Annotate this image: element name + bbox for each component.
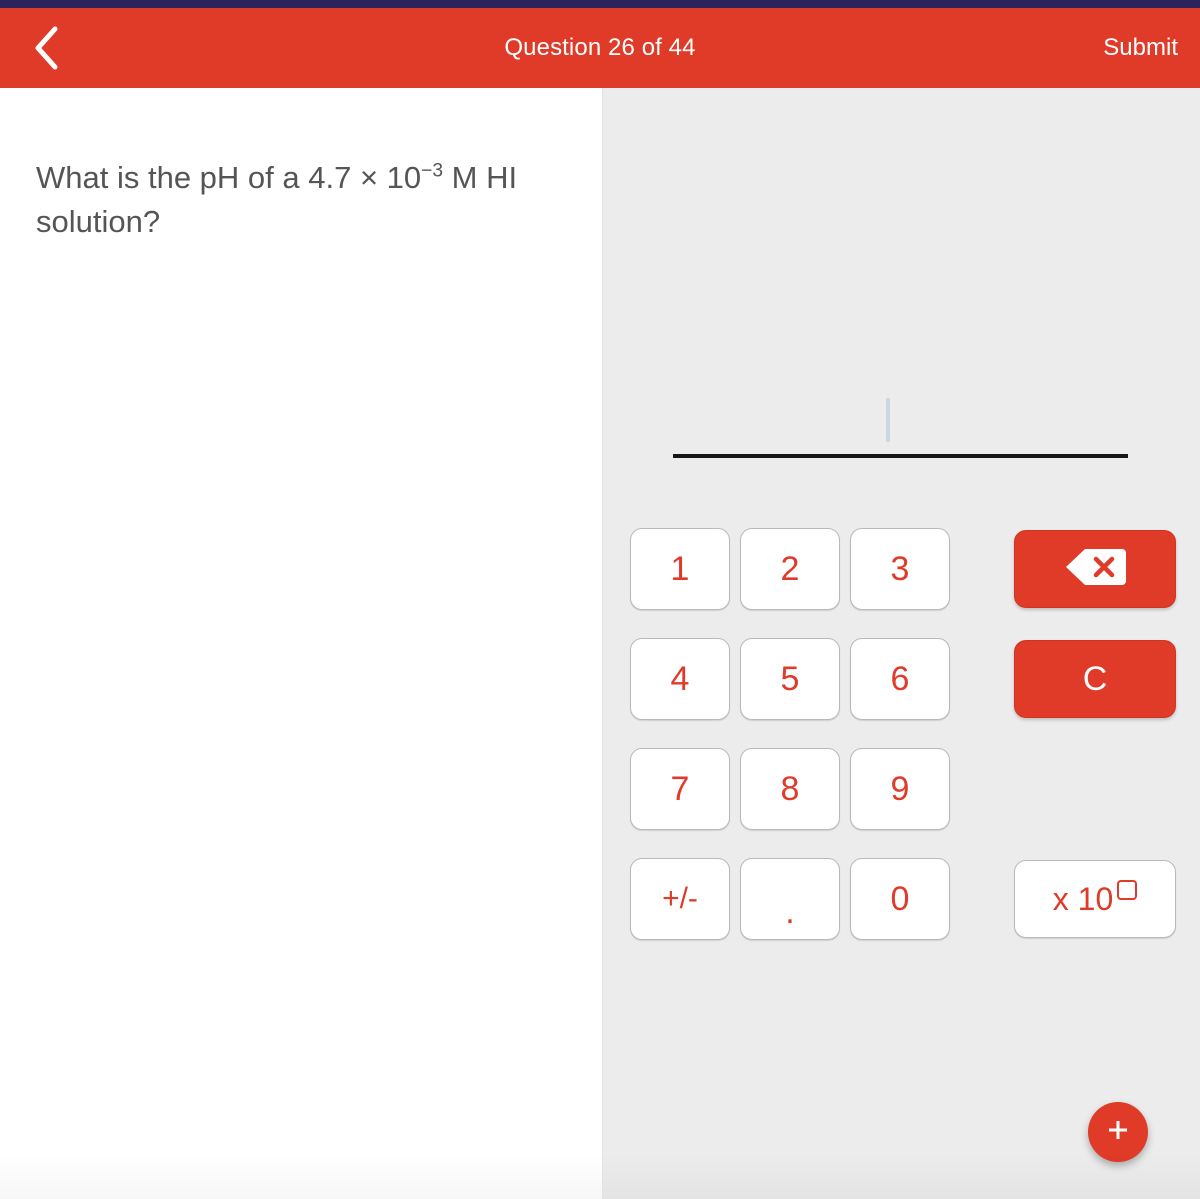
question-text: What is the pH of a 4.7 × 10−3 M HI solu… — [36, 156, 566, 244]
numeric-keypad: 1 2 3 4 5 6 7 8 9 +/- . 0 C x 10 — [630, 528, 1176, 940]
backspace-icon — [1064, 546, 1126, 593]
answer-pane: 1 2 3 4 5 6 7 8 9 +/- . 0 C x 10 — [603, 88, 1200, 1199]
text-caret — [886, 398, 890, 442]
key-9[interactable]: 9 — [850, 748, 950, 830]
key-4[interactable]: 4 — [630, 638, 730, 720]
app-header: Question 26 of 44 Submit — [0, 8, 1200, 88]
key-3[interactable]: 3 — [850, 528, 950, 610]
submit-button[interactable]: Submit — [1101, 8, 1180, 88]
question-prefix: What is the pH of a 4.7 × 10 — [36, 160, 422, 195]
answer-input[interactable] — [673, 398, 1128, 458]
clear-button[interactable]: C — [1014, 640, 1176, 718]
question-exponent: −3 — [421, 160, 444, 182]
key-decimal[interactable]: . — [740, 858, 840, 940]
exponent-placeholder-box — [1117, 879, 1138, 900]
exponent-text: x 10 — [1052, 880, 1114, 917]
exponent-button-label: x 10 — [1052, 879, 1138, 918]
left-pane-bottom-shadow — [0, 1153, 603, 1199]
exponent-button[interactable]: x 10 — [1014, 860, 1176, 938]
add-button[interactable] — [1088, 1102, 1148, 1162]
plus-icon — [1105, 1117, 1131, 1148]
key-0[interactable]: 0 — [850, 858, 950, 940]
status-bar-strip — [0, 0, 1200, 8]
key-5[interactable]: 5 — [740, 638, 840, 720]
key-2[interactable]: 2 — [740, 528, 840, 610]
key-sign[interactable]: +/- — [630, 858, 730, 940]
key-6[interactable]: 6 — [850, 638, 950, 720]
keypad-action-column: C x 10 — [1014, 530, 1176, 940]
page-title: Question 26 of 44 — [504, 34, 696, 61]
key-1[interactable]: 1 — [630, 528, 730, 610]
backspace-button[interactable] — [1014, 530, 1176, 608]
answer-underline — [673, 454, 1128, 458]
key-8[interactable]: 8 — [740, 748, 840, 830]
digit-grid: 1 2 3 4 5 6 7 8 9 +/- . 0 — [630, 528, 950, 940]
question-pane: What is the pH of a 4.7 × 10−3 M HI solu… — [0, 88, 603, 1199]
key-7[interactable]: 7 — [630, 748, 730, 830]
question-screen: Question 26 of 44 Submit What is the pH … — [0, 0, 1200, 1199]
